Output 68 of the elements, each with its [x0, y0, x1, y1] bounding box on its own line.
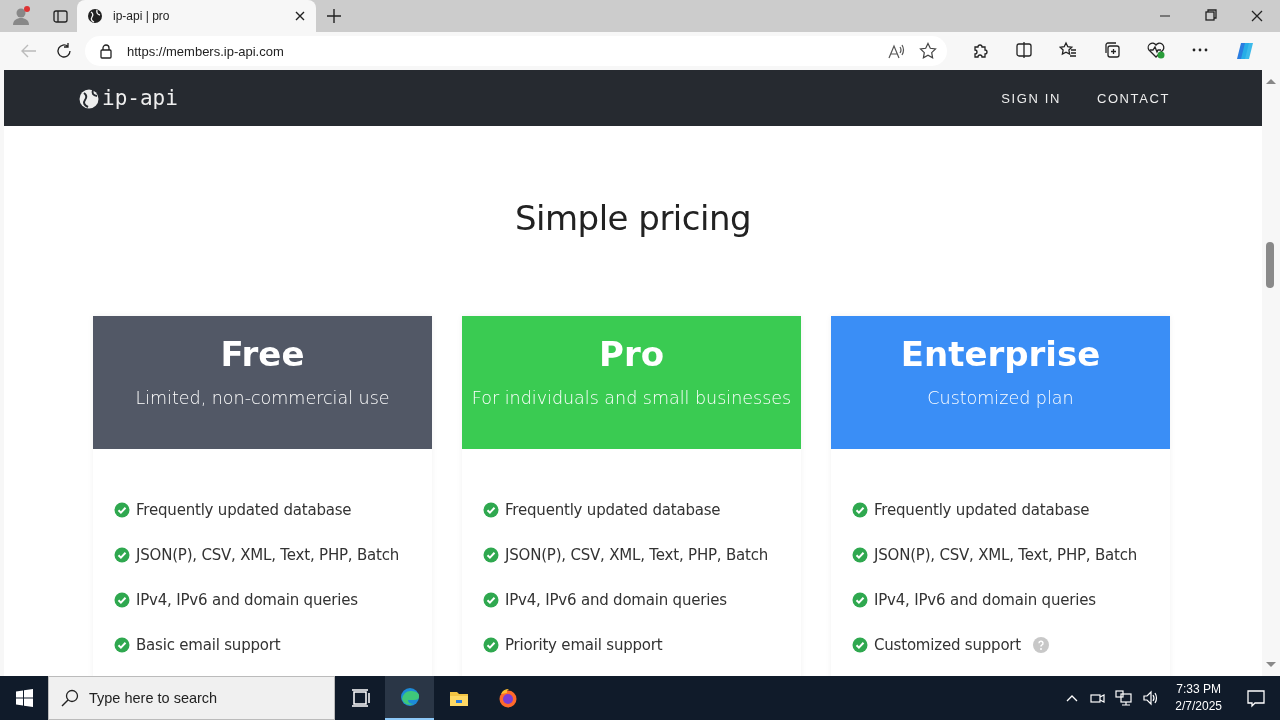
- url-text: https://members.ip-api.com: [127, 43, 285, 59]
- check-circle-icon: [114, 591, 130, 608]
- address-bar[interactable]: https://members.ip-api.com: [85, 36, 947, 66]
- feature-text: Frequently updated database: [874, 500, 1090, 519]
- feature-text: IPv4, IPv6 and domain queries: [136, 590, 358, 609]
- page-heading: Simple pricing: [513, 198, 753, 238]
- feature-text: Basic email support: [136, 635, 281, 654]
- feature-text: Priority email support: [505, 635, 663, 654]
- site-logo[interactable]: ip-api: [102, 86, 178, 110]
- edge-browser-icon[interactable]: [399, 687, 420, 707]
- tab-actions-icon[interactable]: [52, 7, 69, 25]
- check-circle-icon: [852, 591, 868, 608]
- volume-icon[interactable]: [1142, 689, 1160, 707]
- check-circle-icon: [852, 636, 868, 653]
- new-tab-icon[interactable]: [327, 9, 341, 23]
- plan-name: Enterprise: [900, 334, 1101, 374]
- read-aloud-icon[interactable]: [887, 42, 905, 60]
- clock-date[interactable]: 2/7/2025: [1175, 698, 1222, 715]
- network-icon[interactable]: [1115, 689, 1133, 707]
- search-placeholder: Type here to search: [89, 690, 218, 706]
- windows-logo-icon[interactable]: [15, 689, 33, 707]
- check-circle-icon: [483, 546, 499, 563]
- extensions-icon[interactable]: [971, 41, 991, 61]
- collections-icon[interactable]: [1103, 41, 1123, 61]
- check-circle-icon: [852, 501, 868, 518]
- tab-title: ip-api | pro: [113, 9, 171, 23]
- plan-description: Limited, non-commercial use: [135, 388, 390, 408]
- plan-description: For individuals and small businesses: [471, 388, 792, 408]
- search-icon: [61, 689, 79, 707]
- split-screen-icon[interactable]: [1015, 41, 1035, 61]
- nav-link[interactable]: CONTACT: [1096, 90, 1170, 106]
- clock-time[interactable]: 7:33 PM: [1176, 681, 1221, 698]
- check-circle-icon: [483, 636, 499, 653]
- feature-text: Frequently updated database: [505, 500, 721, 519]
- plan-name: Free: [220, 334, 305, 374]
- lock-icon: [99, 43, 113, 59]
- feature-text: JSON(P), CSV, XML, Text, PHP, Batch: [505, 545, 769, 564]
- favorite-star-icon[interactable]: [919, 42, 937, 60]
- feature-text: Customized support: [874, 635, 1021, 654]
- feature-text: IPv4, IPv6 and domain queries: [505, 590, 727, 609]
- scrollbar-thumb[interactable]: [1266, 242, 1274, 288]
- scroll-up-icon[interactable]: [1265, 76, 1277, 86]
- plan-name: Pro: [598, 334, 664, 374]
- feature-text: JSON(P), CSV, XML, Text, PHP, Batch: [136, 545, 400, 564]
- globe-icon: [78, 87, 100, 109]
- check-circle-icon: [114, 546, 130, 563]
- scroll-down-icon[interactable]: [1265, 660, 1277, 670]
- notification-icon[interactable]: [1246, 688, 1266, 708]
- task-view-icon[interactable]: [350, 688, 371, 708]
- plan-description: Customized plan: [927, 388, 1074, 408]
- check-circle-icon: [114, 501, 130, 518]
- copilot-icon[interactable]: [1235, 41, 1255, 61]
- check-circle-icon: [852, 546, 868, 563]
- check-circle-icon: [483, 591, 499, 608]
- browser-tab[interactable]: ip-api | pro: [77, 0, 316, 32]
- globe-icon: [87, 8, 103, 24]
- profile-icon[interactable]: [10, 5, 32, 27]
- check-circle-icon: [114, 636, 130, 653]
- taskbar-search-field[interactable]: Type here to search: [48, 676, 335, 720]
- feature-text: JSON(P), CSV, XML, Text, PHP, Batch: [874, 545, 1138, 564]
- nav-link[interactable]: SIGN IN: [1001, 90, 1061, 106]
- check-circle-icon: [483, 501, 499, 518]
- feature-text: IPv4, IPv6 and domain queries: [874, 590, 1096, 609]
- firefox-icon[interactable]: [497, 688, 518, 708]
- feature-text: Frequently updated database: [136, 500, 352, 519]
- health-icon[interactable]: [1147, 41, 1167, 61]
- close-icon[interactable]: [294, 10, 306, 22]
- refresh-icon[interactable]: [55, 42, 73, 60]
